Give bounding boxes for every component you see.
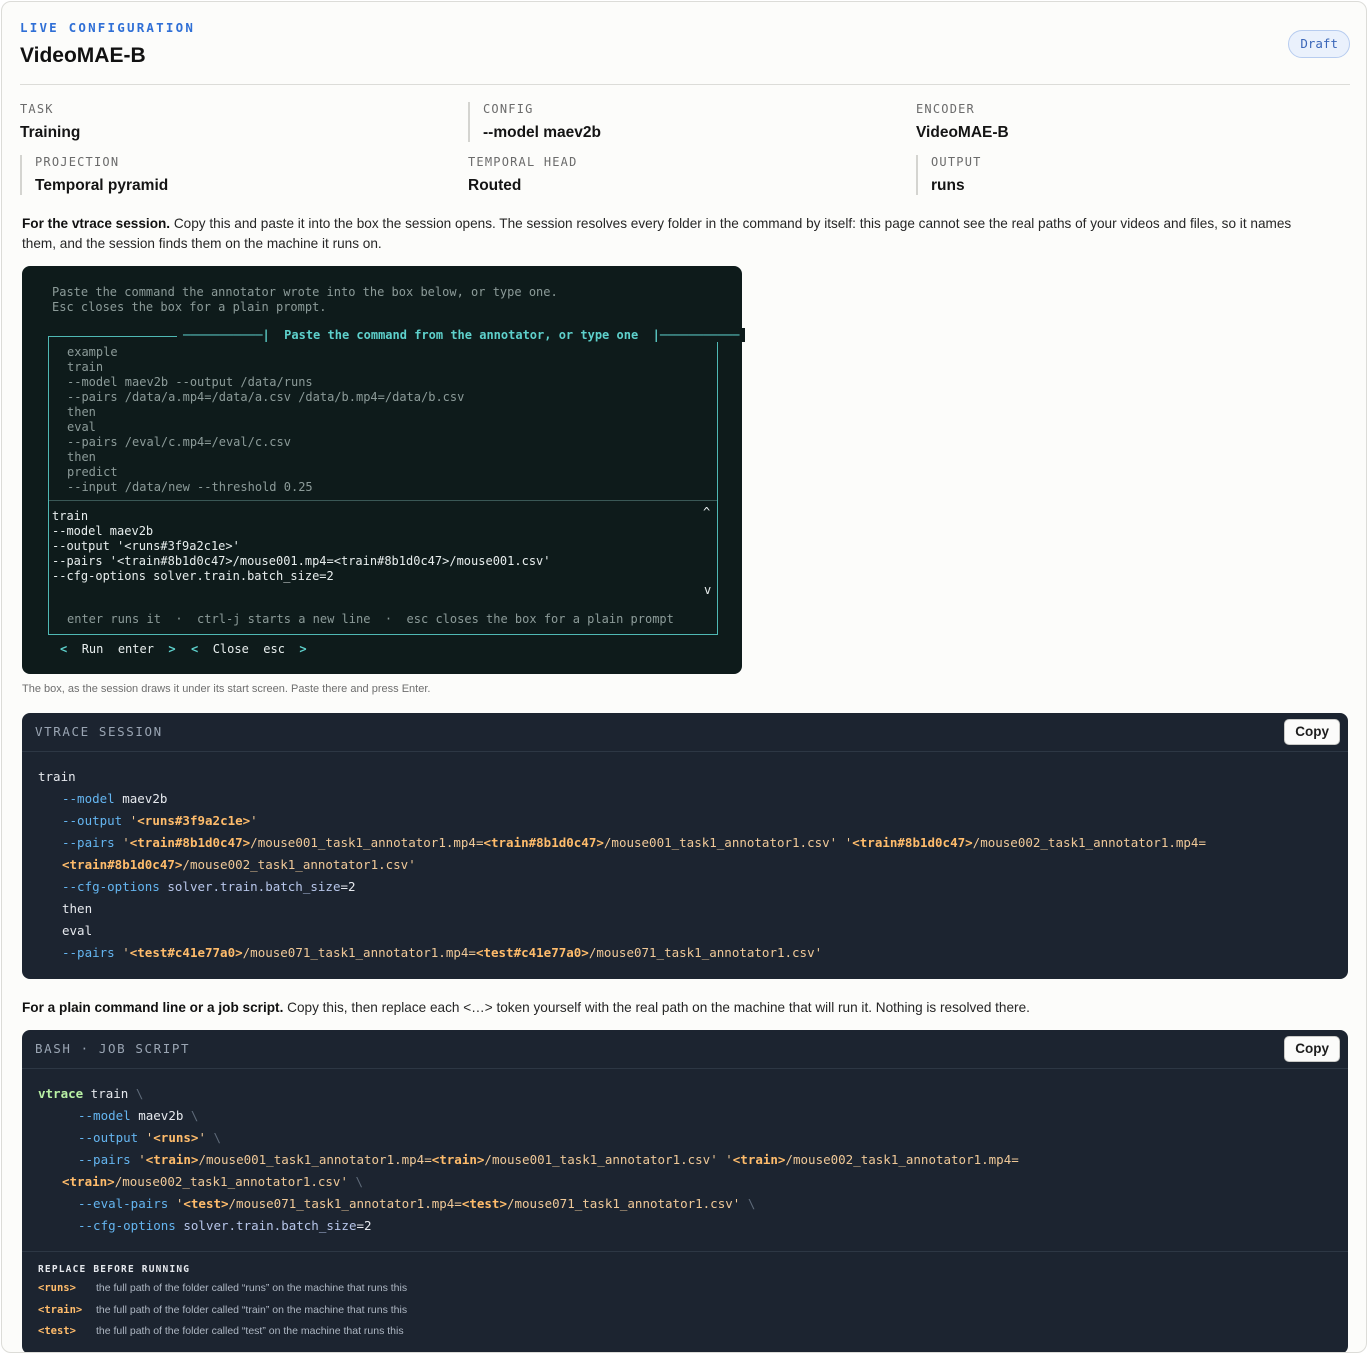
field-task: TASK Training bbox=[20, 102, 80, 142]
page-title: VideoMAE-B bbox=[20, 44, 146, 67]
input-line: --pairs '<train#8b1d0c47>/mouse001.mp4=<… bbox=[52, 554, 551, 568]
field-value: runs bbox=[931, 177, 965, 194]
code-line: --output '<runs#3f9a2c1e>' bbox=[62, 813, 258, 828]
code-line: --output '<runs>' \ bbox=[78, 1130, 222, 1145]
command-box-divider bbox=[49, 500, 717, 501]
code-line: then bbox=[62, 901, 93, 916]
scroll-up-indicator[interactable]: ^ bbox=[703, 505, 710, 520]
input-line: --cfg-options solver.train.batch_size=2 bbox=[52, 569, 334, 583]
replace-tokens-panel: REPLACE BEFORE RUNNING <runs> the full p… bbox=[22, 1251, 1348, 1337]
terminal-intro-line: Esc closes the box for a plain prompt. bbox=[52, 300, 327, 314]
code-line: --pairs '<train#8b1d0c47>/mouse001_task1… bbox=[62, 835, 1206, 850]
field-output: OUTPUT runs bbox=[916, 155, 982, 195]
field-label: TEMPORAL HEAD bbox=[468, 155, 578, 169]
token-name: <test> bbox=[38, 1325, 76, 1337]
code-line: --pairs '<train>/mouse001_task1_annotato… bbox=[78, 1152, 1019, 1167]
copy-button[interactable]: Copy bbox=[1284, 1036, 1340, 1062]
example-line: then bbox=[67, 450, 96, 464]
plain-instructions-lead: For a plain command line or a job script… bbox=[22, 1000, 284, 1015]
terminal-intro-line: Paste the command the annotator wrote in… bbox=[52, 285, 558, 299]
code-block-header: VTRACE SESSION Copy bbox=[22, 713, 1348, 752]
code-line: --eval-pairs '<test>/mouse071_task1_anno… bbox=[78, 1196, 756, 1211]
token-name: <train> bbox=[38, 1304, 83, 1316]
field-config: CONFIG --model maev2b bbox=[468, 102, 601, 142]
field-value: Temporal pyramid bbox=[35, 177, 169, 194]
field-encoder: ENCODER VideoMAE-B bbox=[916, 102, 1009, 142]
replace-heading: REPLACE BEFORE RUNNING bbox=[38, 1264, 191, 1275]
code-line: vtrace train \ bbox=[38, 1086, 144, 1101]
field-projection: PROJECTION Temporal pyramid bbox=[20, 155, 168, 195]
code-block-label: VTRACE SESSION bbox=[35, 724, 163, 739]
code-line: <train>/mouse002_task1_annotator1.csv' \ bbox=[62, 1174, 364, 1189]
command-box-hint: enter runs it · ctrl-j starts a new line… bbox=[67, 612, 674, 626]
field-value: VideoMAE-B bbox=[916, 124, 1009, 141]
field-label: TASK bbox=[20, 102, 54, 116]
token-description: the full path of the folder called “test… bbox=[96, 1325, 404, 1337]
close-button[interactable]: < Close esc > bbox=[191, 642, 307, 657]
code-line: <train#8b1d0c47>/mouse002_task1_annotato… bbox=[62, 857, 416, 872]
example-line: predict bbox=[67, 465, 118, 479]
terminal-caption: The box, as the session draws it under i… bbox=[22, 683, 431, 695]
run-button[interactable]: < Run enter > bbox=[60, 642, 176, 657]
example-line: --model maev2b --output /data/runs bbox=[67, 375, 313, 389]
configuration-page: LIVE CONFIGURATION VideoMAE-B Draft TASK… bbox=[1, 1, 1367, 1353]
example-line: example bbox=[67, 345, 118, 359]
field-temporal-head: TEMPORAL HEAD Routed bbox=[468, 155, 578, 195]
token-name: <runs> bbox=[38, 1282, 76, 1294]
session-instructions-lead: For the vtrace session. bbox=[22, 216, 171, 231]
input-line: train bbox=[52, 509, 89, 523]
session-instructions-text: Copy this and paste it into the box the … bbox=[22, 216, 1292, 251]
copy-button[interactable]: Copy bbox=[1284, 719, 1340, 745]
status-badge: Draft bbox=[1288, 30, 1350, 58]
session-instructions: For the vtrace session. Copy this and pa… bbox=[22, 214, 1322, 254]
example-line: --pairs /eval/c.mp4=/eval/c.csv bbox=[67, 435, 291, 449]
example-line: eval bbox=[67, 420, 96, 434]
bash-job-script-code-block: BASH · JOB SCRIPT Copy vtrace train \ --… bbox=[22, 1030, 1348, 1352]
plain-instructions: For a plain command line or a job script… bbox=[22, 998, 1322, 1018]
vtrace-session-code-block: VTRACE SESSION Copy train --model maev2b… bbox=[22, 713, 1348, 979]
code-line: --cfg-options solver.train.batch_size=2 bbox=[62, 879, 356, 894]
terminal-preview: Paste the command the annotator wrote in… bbox=[22, 266, 746, 674]
field-label: CONFIG bbox=[483, 102, 534, 116]
input-line: --output '<runs#3f9a2c1e>' bbox=[52, 539, 240, 553]
code-line: train bbox=[38, 769, 76, 784]
example-line: --input /data/new --threshold 0.25 bbox=[67, 480, 313, 494]
command-input-box[interactable]: ───────────| Paste the command from the … bbox=[48, 328, 746, 635]
page-eyebrow: LIVE CONFIGURATION bbox=[20, 20, 196, 35]
code-line: --cfg-options solver.train.batch_size=2 bbox=[78, 1218, 372, 1233]
field-value: Routed bbox=[468, 177, 522, 194]
plain-instructions-text: Copy this, then replace each <…> token y… bbox=[283, 1000, 1030, 1015]
example-line: train bbox=[67, 360, 104, 374]
token-description: the full path of the folder called “runs… bbox=[96, 1282, 408, 1294]
scroll-down-indicator[interactable]: v bbox=[704, 583, 711, 598]
field-value: Training bbox=[20, 124, 81, 141]
code-line: eval bbox=[62, 923, 93, 938]
code-block-header: BASH · JOB SCRIPT Copy bbox=[22, 1030, 1348, 1069]
code-line: --model maev2b \ bbox=[78, 1108, 199, 1123]
code-line: --model maev2b bbox=[62, 791, 168, 806]
code-block-label: BASH · JOB SCRIPT bbox=[35, 1041, 191, 1056]
field-label: ENCODER bbox=[916, 102, 975, 116]
example-line: --pairs /data/a.mp4=/data/a.csv /data/b.… bbox=[67, 390, 465, 404]
field-value: --model maev2b bbox=[483, 124, 602, 141]
example-line: then bbox=[67, 405, 96, 419]
field-label: PROJECTION bbox=[35, 155, 120, 169]
command-box-title: ───────────| Paste the command from the … bbox=[177, 328, 746, 342]
input-line: --model maev2b bbox=[52, 524, 154, 538]
header-divider bbox=[20, 84, 1350, 85]
field-label: OUTPUT bbox=[931, 155, 982, 169]
token-description: the full path of the folder called “trai… bbox=[96, 1304, 408, 1316]
code-line: --pairs '<test#c41e77a0>/mouse071_task1_… bbox=[62, 945, 823, 960]
